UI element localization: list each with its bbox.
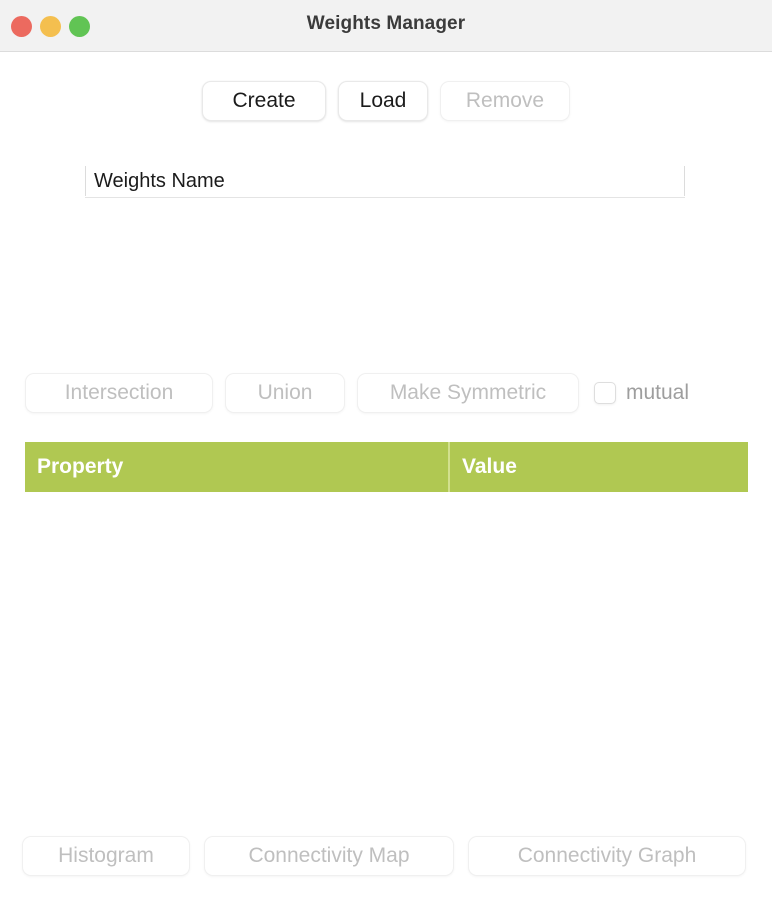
connectivity-map-button[interactable]: Connectivity Map (204, 836, 454, 876)
connectivity-graph-button[interactable]: Connectivity Graph (468, 836, 746, 876)
mutual-checkbox-group: mutual (594, 381, 689, 405)
table-body[interactable] (25, 492, 748, 822)
remove-button[interactable]: Remove (440, 81, 570, 121)
mutual-checkbox-label: mutual (626, 381, 690, 404)
top-action-bar: Create Load Remove (0, 81, 772, 121)
title-bar: Weights Manager (0, 0, 772, 52)
histogram-button[interactable]: Histogram (22, 836, 190, 876)
properties-table: Property Value (25, 442, 748, 822)
make-symmetric-button[interactable]: Make Symmetric (357, 373, 579, 413)
bottom-action-bar: Histogram Connectivity Map Connectivity … (22, 836, 746, 876)
weights-name-field[interactable]: Weights Name (85, 162, 685, 198)
weights-name-label: Weights Name (94, 170, 225, 192)
create-button[interactable]: Create (202, 81, 326, 121)
intersection-button[interactable]: Intersection (25, 373, 213, 413)
column-header-property[interactable]: Property (25, 442, 450, 492)
column-header-value[interactable]: Value (450, 442, 748, 492)
set-operations-bar: Intersection Union Make Symmetric mutual (25, 373, 689, 413)
mutual-checkbox[interactable] (594, 382, 616, 404)
weights-manager-window: Weights Manager Create Load Remove Weigh… (0, 0, 772, 898)
window-title: Weights Manager (306, 13, 466, 34)
union-button[interactable]: Union (225, 373, 345, 413)
table-header-row: Property Value (25, 442, 748, 492)
load-button[interactable]: Load (338, 81, 428, 121)
